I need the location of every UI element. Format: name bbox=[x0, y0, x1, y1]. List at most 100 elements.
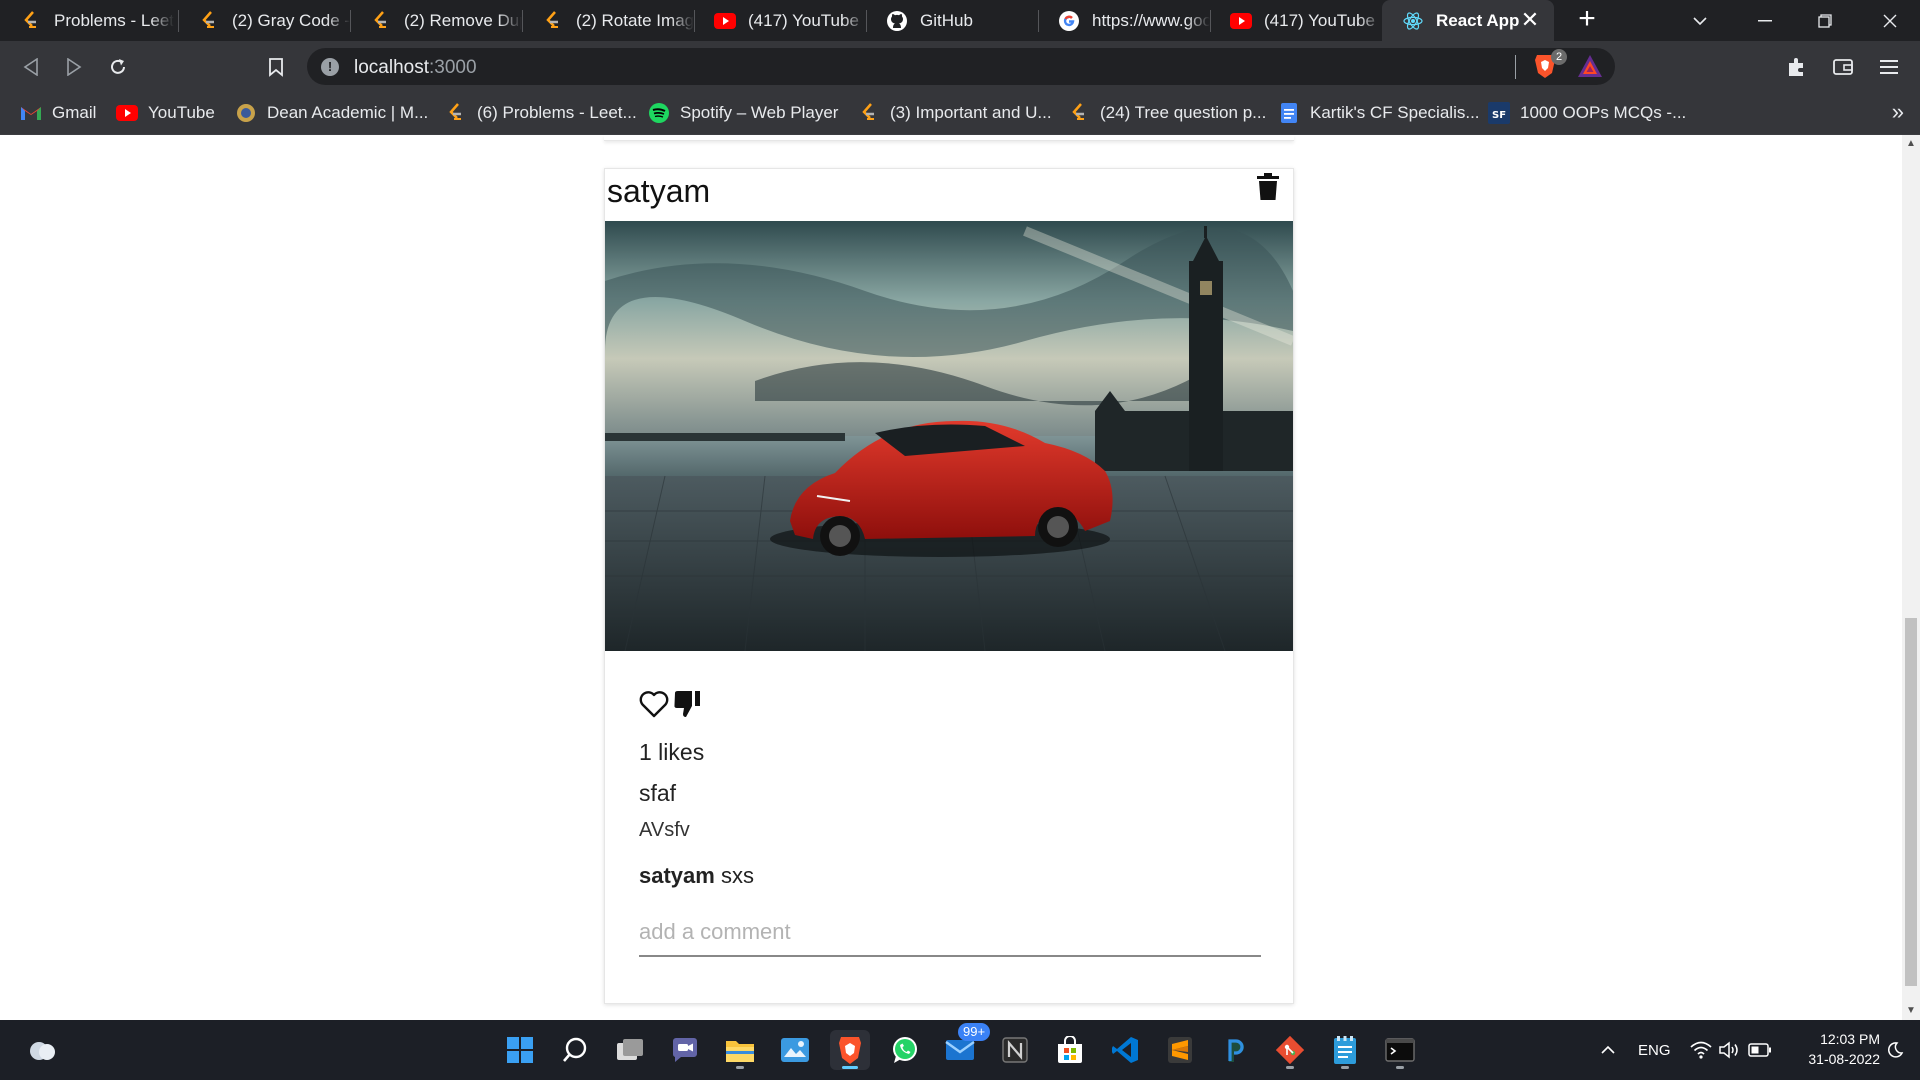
bookmark-dean-academic[interactable]: Dean Academic | M... bbox=[235, 101, 428, 125]
close-window-icon[interactable] bbox=[1860, 0, 1920, 41]
scroll-down-icon[interactable]: ▼ bbox=[1902, 1002, 1920, 1020]
post-description: AVsfv bbox=[639, 819, 690, 841]
task-view-icon[interactable] bbox=[610, 1030, 650, 1070]
tab-title: https://www.google.com bbox=[1092, 10, 1210, 30]
photos-icon[interactable] bbox=[775, 1030, 815, 1070]
tab-title: React App bbox=[1436, 10, 1520, 30]
tab-title: Problems - LeetCode bbox=[54, 10, 174, 30]
post-username: satyam bbox=[607, 173, 711, 209]
show-hidden-icons[interactable] bbox=[1600, 1020, 1616, 1080]
bookmark-spotify[interactable]: Spotify – Web Player bbox=[648, 101, 838, 125]
tab-title: (2) Remove Duplicates bbox=[404, 10, 522, 30]
bookmark-icon[interactable] bbox=[259, 50, 293, 84]
tab-google[interactable]: https://www.google.com bbox=[1038, 0, 1210, 41]
tab-youtube[interactable]: (417) YouTube bbox=[694, 0, 866, 41]
bookmark-youtube[interactable]: YouTube bbox=[116, 101, 215, 125]
sanfoundry-icon: SF bbox=[1488, 102, 1510, 124]
tab-search-icon[interactable] bbox=[1670, 0, 1730, 41]
youtube-icon bbox=[116, 102, 138, 124]
rewards-icon[interactable] bbox=[1577, 54, 1603, 78]
page-scrollbar[interactable]: ▲ ▼ bbox=[1902, 135, 1920, 1020]
tab-gray-code[interactable]: (2) Gray Code - LeetCode bbox=[178, 0, 350, 41]
volume-icon[interactable] bbox=[1718, 1020, 1740, 1080]
tab-title: (2) Gray Code - LeetCode bbox=[232, 10, 350, 30]
google-icon bbox=[1058, 10, 1080, 32]
close-tab-icon[interactable]: ✕ bbox=[1516, 6, 1544, 34]
extensions-icon[interactable] bbox=[1780, 50, 1814, 84]
site-info-icon[interactable]: ! bbox=[321, 58, 339, 76]
battery-icon[interactable] bbox=[1748, 1020, 1772, 1080]
wifi-icon[interactable] bbox=[1690, 1020, 1712, 1080]
tab-problems-leetcode[interactable]: Problems - LeetCode bbox=[0, 0, 178, 41]
vscode-icon[interactable] bbox=[1105, 1030, 1145, 1070]
bookmark-tree-question[interactable]: (24) Tree question p... bbox=[1068, 101, 1266, 125]
tab-title: (2) Rotate Image bbox=[576, 10, 694, 30]
tab-strip: Problems - LeetCode (2) Gray Code - Leet… bbox=[0, 0, 1920, 41]
leetcode-icon bbox=[542, 10, 564, 32]
scrollbar-thumb[interactable] bbox=[1905, 618, 1917, 986]
wallet-icon[interactable] bbox=[1826, 50, 1860, 84]
omnibox-divider bbox=[1515, 55, 1516, 79]
leetcode-icon bbox=[1068, 102, 1090, 124]
back-icon[interactable] bbox=[14, 50, 48, 84]
leetcode-icon bbox=[445, 102, 467, 124]
leetcode-icon bbox=[858, 102, 880, 124]
running-indicator bbox=[736, 1066, 744, 1069]
sublime-text-icon[interactable] bbox=[1160, 1030, 1200, 1070]
git-icon[interactable] bbox=[1270, 1030, 1310, 1070]
minimize-icon[interactable] bbox=[1735, 0, 1795, 41]
windows-taskbar: 99+ ENG 12:03 PM 31-08-2022 bbox=[0, 1020, 1920, 1080]
tab-rotate-image[interactable]: (2) Rotate Image bbox=[522, 0, 694, 41]
notepad-icon[interactable] bbox=[1325, 1030, 1365, 1070]
heart-icon[interactable] bbox=[639, 690, 669, 723]
clock-time: 12:03 PM bbox=[1820, 1031, 1880, 1047]
bookmark-oops-mcqs[interactable]: SF 1000 OOPs MCQs -... bbox=[1488, 101, 1686, 125]
running-indicator bbox=[1396, 1066, 1404, 1069]
focus-assist-icon[interactable] bbox=[1886, 1020, 1904, 1080]
trash-icon[interactable] bbox=[1257, 173, 1279, 201]
post-card: satyam 1 likes sfaf AVsfv satyam sxs add… bbox=[604, 168, 1294, 1004]
pycharm-icon[interactable] bbox=[1215, 1030, 1255, 1070]
post-actions bbox=[639, 689, 705, 724]
browser-toolbar: ! localhost:3000 2 bbox=[0, 41, 1920, 91]
terminal-icon[interactable] bbox=[1380, 1030, 1420, 1070]
new-tab-button[interactable]: + bbox=[1570, 4, 1604, 38]
weather-widget-icon[interactable] bbox=[22, 1030, 62, 1070]
bookmark-label: (3) Important and U... bbox=[890, 103, 1052, 122]
url-text[interactable]: localhost:3000 bbox=[354, 57, 477, 79]
bookmark-leetcode-problems[interactable]: (6) Problems - Leet... bbox=[445, 101, 637, 125]
bookmark-label: YouTube bbox=[148, 103, 215, 122]
thumbs-down-icon[interactable] bbox=[673, 689, 705, 724]
comment-input[interactable] bbox=[639, 909, 1261, 957]
bookmark-important[interactable]: (3) Important and U... bbox=[858, 101, 1052, 125]
more-bookmarks-icon[interactable]: » bbox=[1892, 99, 1904, 125]
restore-icon[interactable] bbox=[1795, 0, 1855, 41]
tab-github[interactable]: GitHub bbox=[866, 0, 1038, 41]
leetcode-icon bbox=[198, 10, 220, 32]
github-icon bbox=[886, 10, 908, 32]
microsoft-store-icon[interactable] bbox=[1050, 1030, 1090, 1070]
running-indicator bbox=[842, 1066, 858, 1069]
bookmark-cf-specialist[interactable]: Kartik's CF Specialis... bbox=[1278, 101, 1480, 125]
tab-title: GitHub bbox=[920, 10, 973, 30]
reload-icon[interactable] bbox=[101, 50, 135, 84]
start-icon[interactable] bbox=[500, 1030, 540, 1070]
scroll-up-icon[interactable]: ▲ bbox=[1902, 135, 1920, 153]
search-icon[interactable] bbox=[555, 1030, 595, 1070]
teams-chat-icon[interactable] bbox=[665, 1030, 705, 1070]
forward-icon[interactable] bbox=[57, 50, 91, 84]
notion-icon[interactable] bbox=[995, 1030, 1035, 1070]
tab-remove-duplicates[interactable]: (2) Remove Duplicates bbox=[350, 0, 522, 41]
whatsapp-icon[interactable] bbox=[885, 1030, 925, 1070]
tab-youtube-2[interactable]: (417) YouTube bbox=[1210, 0, 1382, 41]
tab-react-app[interactable]: React App ✕ bbox=[1382, 0, 1554, 41]
comment-user: satyam bbox=[639, 863, 715, 888]
taskbar-clock[interactable]: 12:03 PM 31-08-2022 bbox=[1788, 1029, 1880, 1069]
address-bar[interactable]: ! localhost:3000 2 bbox=[307, 48, 1615, 85]
menu-icon[interactable] bbox=[1872, 50, 1906, 84]
previous-post-edge bbox=[604, 135, 1294, 141]
bookmark-gmail[interactable]: Gmail bbox=[20, 101, 96, 125]
input-language[interactable]: ENG bbox=[1638, 1020, 1671, 1080]
file-explorer-icon[interactable] bbox=[720, 1030, 760, 1070]
brave-browser-icon[interactable] bbox=[830, 1030, 870, 1070]
